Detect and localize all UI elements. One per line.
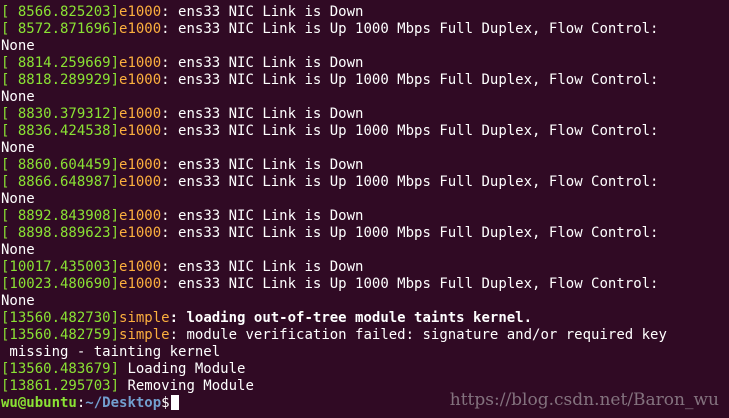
log-message: ens33 NIC Link is Up 1000 Mbps Full Dupl…: [169, 123, 659, 139]
log-message: ens33 NIC Link is Down: [169, 55, 364, 71]
log-line: [ 8572.871696]e1000: ens33 NIC Link is U…: [1, 21, 729, 38]
log-separator: :: [161, 174, 170, 190]
log-message: ens33 NIC Link is Up 1000 Mbps Full Dupl…: [169, 21, 659, 37]
log-line: None: [1, 140, 729, 157]
log-message: None: [1, 38, 35, 54]
log-timestamp: [ 8836.424538]: [1, 123, 120, 139]
log-line: [ 8892.843908]e1000: ens33 NIC Link is D…: [1, 208, 729, 225]
log-message: loading out-of-tree module taints kernel…: [178, 310, 533, 326]
log-line: [13560.482759]simple: module verificatio…: [1, 327, 729, 344]
log-separator: :: [161, 259, 170, 275]
log-message: None: [1, 293, 35, 309]
log-line: [ 8814.259669]e1000: ens33 NIC Link is D…: [1, 55, 729, 72]
log-separator: :: [161, 276, 170, 292]
log-line: [13560.483679] Loading Module: [1, 361, 729, 378]
log-separator: :: [169, 310, 179, 326]
kernel-log: [ 8566.825203]e1000: ens33 NIC Link is D…: [1, 4, 729, 395]
log-module: e1000: [119, 4, 162, 20]
prompt-symbol: $: [161, 395, 170, 411]
log-timestamp: [13560.482730]: [1, 310, 120, 326]
prompt-path: ~/Desktop: [85, 395, 162, 411]
log-module: simple: [119, 327, 170, 343]
log-message: None: [1, 191, 35, 207]
log-module: e1000: [119, 72, 162, 88]
log-message: None: [1, 89, 35, 105]
log-module: e1000: [119, 106, 162, 122]
log-module: simple: [119, 310, 170, 326]
log-timestamp: [ 8566.825203]: [1, 4, 120, 20]
log-timestamp: [10017.435003]: [1, 259, 120, 275]
log-timestamp: [13560.482759]: [1, 327, 120, 343]
log-message: missing - tainting kernel: [1, 344, 221, 360]
log-module: e1000: [119, 55, 162, 71]
log-timestamp: [13861.295703]: [1, 378, 120, 394]
log-timestamp: [ 8860.604459]: [1, 157, 120, 173]
log-module: e1000: [119, 21, 162, 37]
log-line: [ 8866.648987]e1000: ens33 NIC Link is U…: [1, 174, 729, 191]
log-message: ens33 NIC Link is Down: [169, 208, 364, 224]
log-separator: :: [161, 157, 170, 173]
text-cursor: [170, 395, 179, 410]
log-separator: :: [161, 208, 170, 224]
log-timestamp: [10023.480690]: [1, 276, 120, 292]
log-line: [ 8898.889623]e1000: ens33 NIC Link is U…: [1, 225, 729, 242]
log-message: Removing Module: [119, 378, 254, 394]
log-message: None: [1, 242, 35, 258]
watermark: https://blog.csdn.net/Baron_wu: [449, 390, 719, 410]
log-line: [ 8836.424538]e1000: ens33 NIC Link is U…: [1, 123, 729, 140]
log-module: e1000: [119, 225, 162, 241]
log-separator: :: [161, 106, 170, 122]
log-message: None: [1, 140, 35, 156]
log-timestamp: [ 8572.871696]: [1, 21, 120, 37]
log-timestamp: [ 8892.843908]: [1, 208, 120, 224]
log-message: module verification failed: signature an…: [178, 327, 667, 343]
log-timestamp: [ 8814.259669]: [1, 55, 120, 71]
log-timestamp: [13560.483679]: [1, 361, 120, 377]
log-line: [ 8830.379312]e1000: ens33 NIC Link is D…: [1, 106, 729, 123]
log-separator: :: [161, 55, 170, 71]
log-line: [10017.435003]e1000: ens33 NIC Link is D…: [1, 259, 729, 276]
log-module: e1000: [119, 208, 162, 224]
log-separator: :: [161, 123, 170, 139]
log-message: Loading Module: [119, 361, 246, 377]
prompt-user-host: wu@ubuntu: [1, 395, 77, 411]
log-timestamp: [ 8898.889623]: [1, 225, 120, 241]
log-line: [ 8860.604459]e1000: ens33 NIC Link is D…: [1, 157, 729, 174]
log-timestamp: [ 8818.289929]: [1, 72, 120, 88]
log-module: e1000: [119, 157, 162, 173]
log-line: None: [1, 191, 729, 208]
log-message: ens33 NIC Link is Up 1000 Mbps Full Dupl…: [169, 276, 659, 292]
log-line: missing - tainting kernel: [1, 344, 729, 361]
log-separator: :: [161, 72, 170, 88]
log-separator: :: [169, 327, 179, 343]
log-timestamp: [ 8830.379312]: [1, 106, 120, 122]
log-separator: :: [161, 21, 170, 37]
log-line: None: [1, 89, 729, 106]
log-module: e1000: [119, 276, 162, 292]
log-line: None: [1, 38, 729, 55]
log-line: [10023.480690]e1000: ens33 NIC Link is U…: [1, 276, 729, 293]
log-message: ens33 NIC Link is Down: [169, 4, 364, 20]
log-line: [ 8566.825203]e1000: ens33 NIC Link is D…: [1, 4, 729, 21]
log-message: ens33 NIC Link is Up 1000 Mbps Full Dupl…: [169, 174, 659, 190]
log-timestamp: [ 8866.648987]: [1, 174, 120, 190]
log-module: e1000: [119, 174, 162, 190]
log-separator: :: [161, 225, 170, 241]
terminal-output[interactable]: [ 8566.825203]e1000: ens33 NIC Link is D…: [0, 0, 729, 418]
log-separator: :: [161, 4, 170, 20]
log-message: ens33 NIC Link is Down: [169, 259, 364, 275]
log-line: [ 8818.289929]e1000: ens33 NIC Link is U…: [1, 72, 729, 89]
log-line: [13560.482730]simple: loading out-of-tre…: [1, 310, 729, 327]
log-module: e1000: [119, 123, 162, 139]
log-line: None: [1, 242, 729, 259]
log-message: ens33 NIC Link is Down: [169, 106, 364, 122]
log-message: ens33 NIC Link is Down: [169, 157, 364, 173]
log-module: e1000: [119, 259, 162, 275]
log-line: None: [1, 293, 729, 310]
log-message: ens33 NIC Link is Up 1000 Mbps Full Dupl…: [169, 225, 659, 241]
log-message: ens33 NIC Link is Up 1000 Mbps Full Dupl…: [169, 72, 659, 88]
